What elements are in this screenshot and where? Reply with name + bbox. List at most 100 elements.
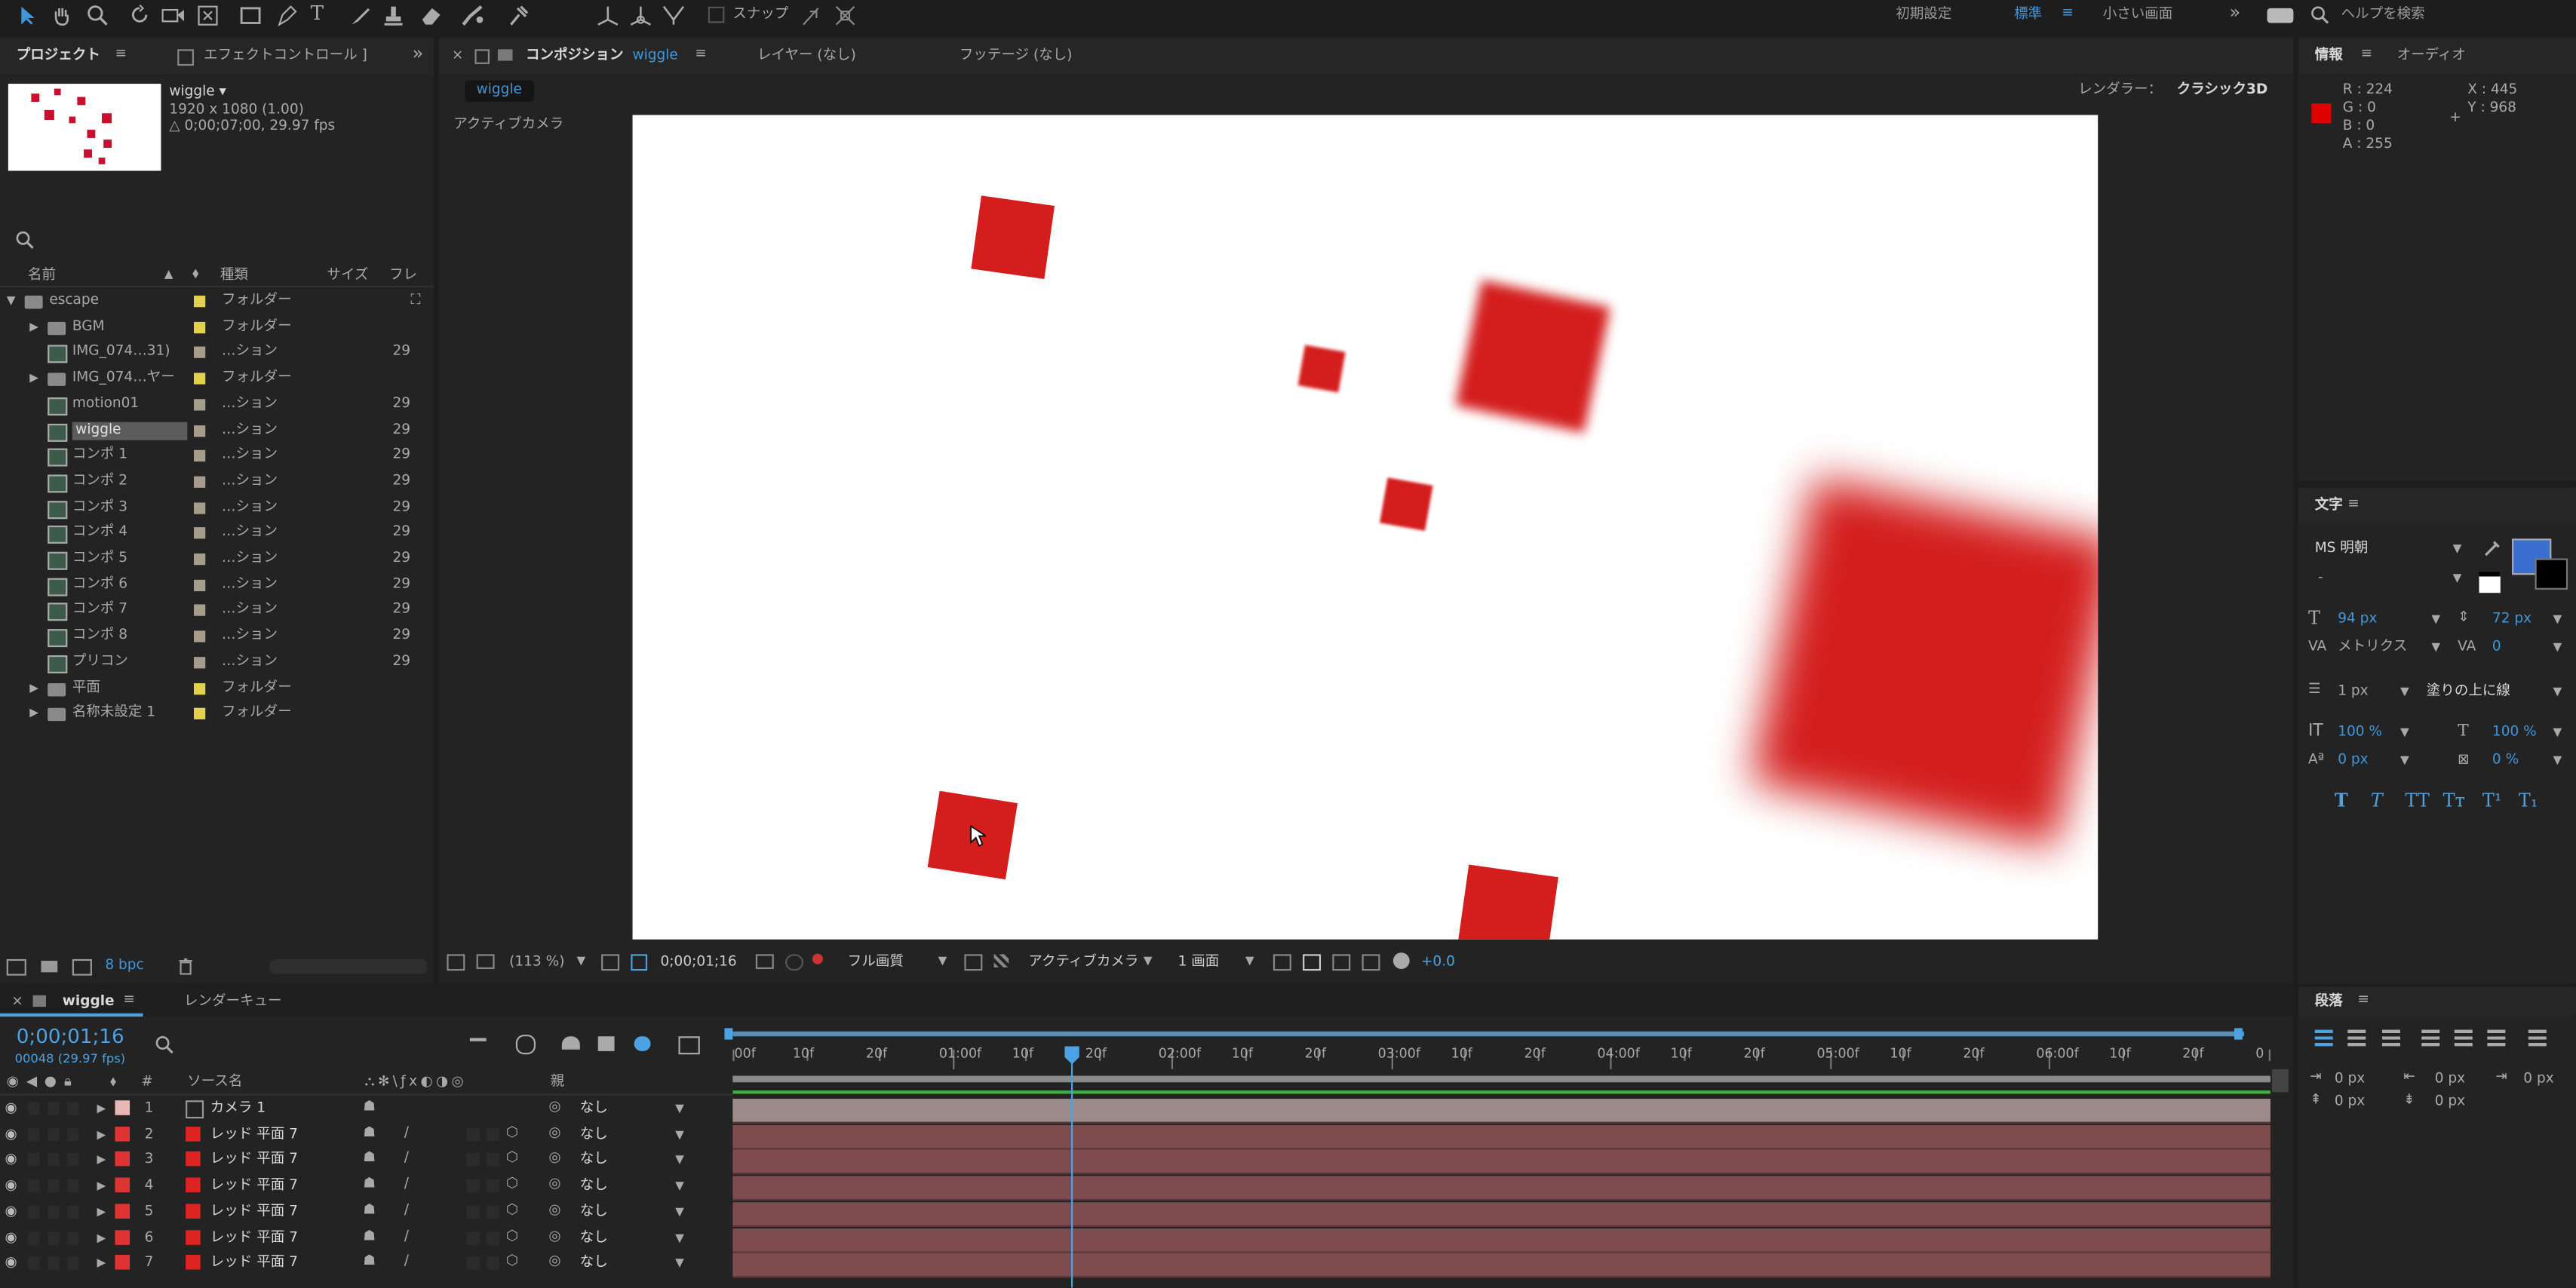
transparency-grid-icon[interactable]	[993, 954, 1009, 968]
quality-dropdown[interactable]: フル画質	[848, 954, 904, 972]
parent-chevron-down-icon[interactable]: ▼	[675, 1178, 684, 1196]
parent-dropdown[interactable]: なし	[580, 1204, 608, 1222]
shy-switch-icon[interactable]: ☗	[363, 1099, 376, 1117]
shy-switch-icon[interactable]: ☗	[363, 1176, 376, 1194]
timeline-timecode[interactable]: 0;00;01;16	[17, 1025, 124, 1047]
tab-audio[interactable]: オーディオ	[2397, 48, 2466, 66]
project-item[interactable]: コンポ 8 …ション 29	[0, 624, 434, 650]
expand-chevron-down-icon[interactable]: ▼	[7, 293, 16, 311]
expand-chevron-right-icon[interactable]: ▶	[97, 1152, 106, 1170]
workspace-standard[interactable]: 標準	[2014, 7, 2042, 25]
subscript-button[interactable]: T₁	[2519, 792, 2538, 810]
lock-toggle[interactable]	[67, 1153, 79, 1167]
tab-layer[interactable]: レイヤー (なし)	[757, 48, 856, 66]
video-switch-icon[interactable]: ◉	[7, 1074, 19, 1092]
pickwhip-spiral-icon[interactable]: ◎	[548, 1228, 560, 1246]
toggle-transparency-icon[interactable]	[1303, 954, 1322, 971]
baseline-chevron-down-icon[interactable]: ▼	[2400, 752, 2409, 770]
project-item[interactable]: コンポ 5 …ション 29	[0, 547, 434, 572]
baseline-shift-value[interactable]: 0 px	[2338, 752, 2368, 770]
shy-switch-icon[interactable]: ☗	[363, 1202, 376, 1220]
solo-toggle[interactable]	[48, 1231, 60, 1244]
snap-grid-icon[interactable]	[834, 5, 855, 26]
parent-chevron-down-icon[interactable]: ▼	[675, 1255, 684, 1273]
layer-row[interactable]: ◉ ▶ 4 レッド 平面 7 ☗ / ⬡ ◎ なし ▼	[0, 1174, 2293, 1201]
horizontal-scale-value[interactable]: 100 %	[2492, 724, 2537, 742]
layer-name[interactable]: レッド 平面 7	[210, 1126, 298, 1144]
help-search-input[interactable]: ヘルプを検索	[2341, 7, 2425, 25]
fx-switch[interactable]	[466, 1127, 480, 1141]
solo-toggle[interactable]	[48, 1256, 60, 1270]
label-col-icon[interactable]: ⬧	[110, 1074, 116, 1092]
para-tab-menu-icon[interactable]: ≡	[2357, 992, 2369, 1010]
lock-switch-icon[interactable]: 🔒︎	[64, 1074, 72, 1092]
font-size-value[interactable]: 94 px	[2338, 611, 2377, 629]
rectangle-tool-icon[interactable]	[240, 5, 261, 26]
solo-toggle[interactable]	[48, 1153, 60, 1167]
superscript-button[interactable]: T¹	[2482, 792, 2502, 810]
col-type[interactable]: 種類	[220, 268, 248, 286]
lock-toggle[interactable]	[67, 1102, 79, 1115]
label-color-swatch[interactable]	[193, 553, 206, 566]
tab-timeline-wiggle[interactable]: wiggle	[63, 994, 115, 1012]
label-color-swatch[interactable]	[193, 579, 206, 591]
expand-chevron-right-icon[interactable]: ▶	[97, 1229, 106, 1247]
tab-composition[interactable]: コンポジション	[526, 48, 624, 66]
local-axis-icon[interactable]	[597, 5, 622, 26]
visibility-eye-icon[interactable]: ◉	[5, 1229, 17, 1247]
zoom-tool-icon[interactable]	[87, 5, 108, 26]
brush-tool-icon[interactable]	[350, 5, 371, 26]
layer-duration-bar[interactable]	[732, 1150, 2271, 1176]
kerning-chevron-down-icon[interactable]: ▼	[2431, 639, 2440, 657]
project-search-icon[interactable]	[15, 230, 35, 250]
project-tab-menu-icon[interactable]: ≡	[115, 46, 127, 64]
project-item[interactable]: コンポ 2 …ション 29	[0, 470, 434, 495]
adjust-switch[interactable]	[486, 1205, 500, 1219]
visibility-eye-icon[interactable]: ◉	[5, 1126, 17, 1144]
camera-dropdown[interactable]: アクティブカメラ	[1028, 954, 1138, 972]
layer-label-color[interactable]	[115, 1203, 130, 1219]
indent-first-value[interactable]: 0 px	[2435, 1071, 2465, 1089]
expand-chevron-right-icon[interactable]: ▶	[29, 318, 38, 336]
align-right-button[interactable]	[2381, 1029, 2400, 1047]
puppet-tool-icon[interactable]	[508, 5, 529, 26]
label-color-swatch[interactable]	[193, 373, 206, 385]
label-color-swatch[interactable]	[193, 605, 206, 617]
layer-duration-bar[interactable]	[732, 1201, 2271, 1227]
layer-label-color[interactable]	[115, 1177, 130, 1193]
workspace-small-screen[interactable]: 小さい画面	[2103, 7, 2173, 25]
draft-3d-toggle-icon[interactable]	[515, 1035, 536, 1055]
all-caps-button[interactable]: TT	[2405, 792, 2429, 810]
justify-left-button[interactable]	[2421, 1029, 2440, 1047]
flowchart-view-icon[interactable]	[1362, 954, 1380, 971]
fx-switch[interactable]	[466, 1153, 480, 1167]
project-item[interactable]: コンポ 7 …ション 29	[0, 599, 434, 624]
project-item[interactable]: プリコン …ション 29	[0, 650, 434, 676]
parent-chevron-down-icon[interactable]: ▼	[675, 1126, 684, 1144]
solo-switch-icon[interactable]: ●	[45, 1074, 57, 1092]
layer-label-color[interactable]	[115, 1100, 130, 1115]
pan-behind-tool-icon[interactable]	[197, 5, 218, 26]
layer-name[interactable]: レッド 平面 7	[210, 1178, 298, 1196]
project-item[interactable]: ▶ 名称未設定 1 フォルダー	[0, 701, 434, 727]
layer-duration-bar[interactable]	[732, 1253, 2271, 1278]
solo-toggle[interactable]	[48, 1102, 60, 1115]
justify-center-button[interactable]	[2454, 1029, 2473, 1047]
tab-footage[interactable]: フッテージ (なし)	[959, 48, 1073, 66]
project-item[interactable]: コンポ 3 …ション 29	[0, 495, 434, 521]
3d-layer-cube-icon[interactable]: ⬡	[506, 1150, 518, 1168]
work-area-bar[interactable]	[732, 1031, 2245, 1037]
quality-switch-icon[interactable]: /	[404, 1228, 409, 1246]
expand-chevron-right-icon[interactable]: ▶	[97, 1100, 106, 1118]
tab-render-queue[interactable]: レンダーキュー	[184, 994, 282, 1012]
layer-label-color[interactable]	[115, 1255, 130, 1270]
project-item[interactable]: motion01 …ション 29	[0, 392, 434, 418]
solo-toggle[interactable]	[48, 1179, 60, 1193]
shy-switch-icon[interactable]: ☗	[363, 1124, 376, 1142]
col-size[interactable]: サイズ	[327, 268, 368, 286]
parent-dropdown[interactable]: なし	[580, 1126, 608, 1144]
frame-blending-icon[interactable]	[597, 1036, 615, 1051]
timeline-search-icon[interactable]	[155, 1035, 174, 1054]
quality-switch-icon[interactable]: /	[404, 1150, 409, 1168]
3d-layer-cube-icon[interactable]: ⬡	[506, 1202, 518, 1220]
